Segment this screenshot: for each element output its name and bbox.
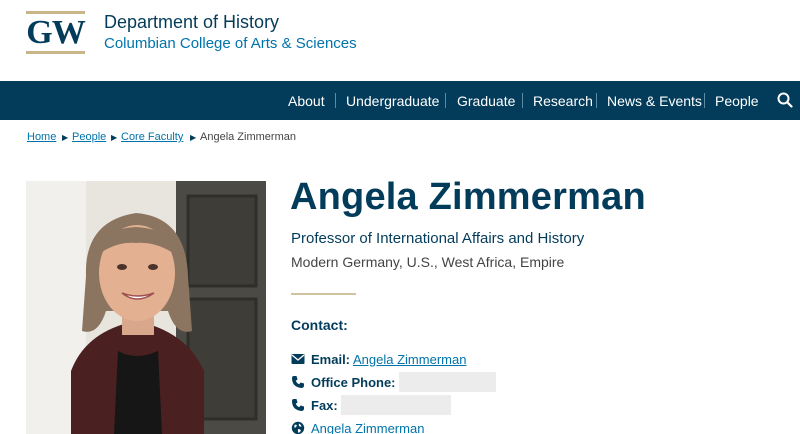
website-link[interactable]: Angela Zimmerman	[311, 421, 424, 434]
profile-title: Professor of International Affairs and H…	[291, 230, 585, 247]
gw-logo[interactable]: GW	[26, 11, 86, 54]
profile-name: Angela Zimmerman	[290, 176, 646, 218]
nav-separator	[596, 93, 597, 108]
nav-separator	[445, 93, 446, 108]
fax-label: Fax:	[311, 397, 338, 413]
nav-item-research[interactable]: Research	[533, 81, 593, 120]
portrait-image	[26, 181, 266, 434]
phone-icon	[292, 399, 304, 411]
redacted-fax	[340, 395, 451, 415]
profile-photo	[26, 181, 266, 434]
nav-separator	[522, 93, 523, 108]
nav-item-about[interactable]: About	[288, 81, 325, 120]
redacted-phone	[398, 372, 496, 392]
breadcrumb-core-faculty[interactable]: Core Faculty	[121, 131, 183, 143]
office-phone-label: Office Phone:	[311, 374, 396, 390]
breadcrumb-people[interactable]: People	[72, 131, 106, 143]
college-name[interactable]: Columbian College of Arts & Sciences	[104, 35, 357, 52]
nav-separator	[335, 93, 336, 108]
breadcrumb-home[interactable]: Home	[27, 131, 56, 143]
nav-item-people[interactable]: People	[715, 81, 759, 120]
globe-icon	[291, 421, 305, 434]
breadcrumb-arrow-icon: ▶	[190, 133, 197, 142]
contact-fax-row: Fax:	[291, 395, 451, 415]
divider	[291, 293, 356, 295]
envelope-icon	[291, 354, 305, 364]
breadcrumb-current: Angela Zimmerman	[200, 131, 296, 143]
nav-separator	[704, 93, 705, 108]
phone-icon	[292, 376, 304, 388]
profile-fields: Modern Germany, U.S., West Africa, Empir…	[291, 254, 565, 270]
contact-phone-row: Office Phone:	[291, 372, 496, 392]
nav-item-undergraduate[interactable]: Undergraduate	[346, 81, 439, 120]
breadcrumb-arrow-icon: ▶	[111, 133, 118, 142]
breadcrumb-arrow-icon: ▶	[62, 133, 69, 142]
contact-heading: Contact:	[291, 317, 348, 333]
nav-item-graduate[interactable]: Graduate	[457, 81, 515, 120]
main-nav: About Undergraduate Graduate Research Ne…	[0, 81, 800, 120]
nav-item-news-events[interactable]: News & Events	[607, 81, 702, 120]
email-label: Email:	[311, 351, 351, 367]
logo-text: GW	[26, 13, 85, 51]
contact-website-row: Angela Zimmerman	[291, 418, 424, 434]
contact-email-row: Email: Angela Zimmerman	[291, 349, 466, 369]
department-name[interactable]: Department of History	[104, 12, 279, 33]
search-icon[interactable]	[777, 92, 793, 108]
logo-bottom-bar	[26, 51, 85, 54]
email-link[interactable]: Angela Zimmerman	[353, 352, 466, 367]
site-header: GW Department of History Columbian Colle…	[0, 0, 800, 81]
